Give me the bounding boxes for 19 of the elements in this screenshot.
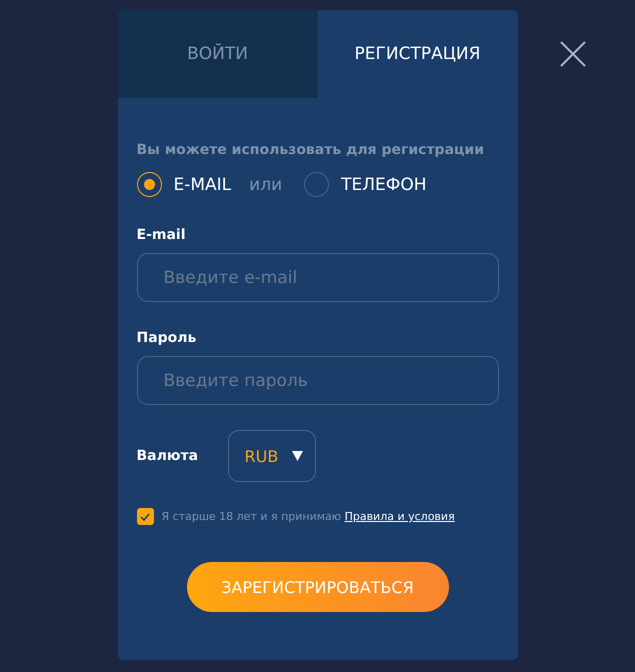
input-field[interactable]: Введите пароль <box>136 356 498 405</box>
checkbox[interactable] <box>136 508 154 525</box>
radio-label: E-MAIL <box>174 174 232 194</box>
input-field[interactable]: Введите e-mail <box>136 253 498 302</box>
separator-text: или <box>249 174 282 194</box>
check-icon <box>140 512 150 520</box>
currency-select[interactable]: RUB <box>228 430 316 482</box>
caret-icon <box>292 451 304 461</box>
radio-label: ТЕЛЕФОН <box>341 174 427 194</box>
terms-text: Я старше 18 лет и я принимаю Правила и условия <box>162 510 455 523</box>
radio-button[interactable] <box>304 172 330 197</box>
method-prompt: Вы можете использовать для регистрации <box>136 142 486 158</box>
close-icon[interactable] <box>560 41 586 67</box>
currency-label: Валюта <box>136 448 200 464</box>
field-label: Пароль <box>136 330 198 346</box>
field-label: E-mail <box>136 227 187 243</box>
terms-link[interactable]: Правила и условия <box>344 510 455 523</box>
tab[interactable]: ВОЙТИ <box>118 10 318 98</box>
radio-button[interactable] <box>136 172 162 197</box>
